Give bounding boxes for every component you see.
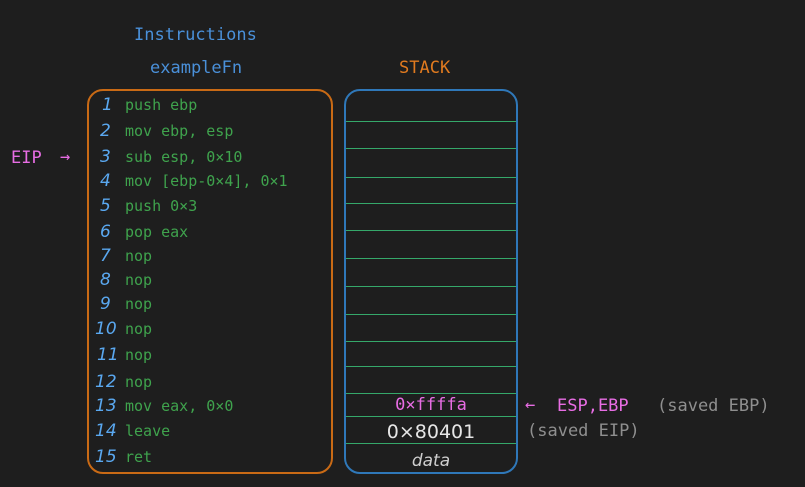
stack-slot-saved-ebp: 0×ffffa (395, 395, 467, 415)
stack-slot-divider (346, 393, 516, 394)
line-number: 2 (100, 121, 111, 141)
line-number: 12 (95, 372, 117, 392)
esp-ebp-arrow: ← (525, 395, 536, 415)
stack-slot-divider (346, 416, 516, 417)
line-number: 3 (100, 147, 111, 167)
stack-slot-divider (346, 203, 516, 204)
stack-slot-divider (346, 177, 516, 178)
line-number: 7 (100, 246, 111, 266)
stack-slot-divider (346, 341, 516, 342)
stack-slot-divider (346, 121, 516, 122)
stack-slot-divider (346, 258, 516, 259)
instruction: nop (125, 320, 153, 338)
instructions-panel (87, 89, 333, 474)
instruction: nop (125, 271, 153, 289)
stack-slot-saved-eip: 0×80401 (386, 421, 476, 443)
line-number: 9 (100, 294, 111, 314)
line-number: 6 (100, 222, 111, 242)
function-name: exampleFn (150, 58, 243, 78)
line-number: 8 (100, 270, 111, 290)
stack-title: STACK (399, 58, 451, 78)
instruction: mov [ebp-0×4], 0×1 (125, 172, 288, 190)
stack-slot-divider (346, 286, 516, 287)
instruction: mov eax, 0×0 (125, 397, 234, 415)
saved-ebp-note: (saved EBP) (657, 396, 770, 416)
instruction: leave (125, 422, 171, 440)
stack-slot-divider (346, 366, 516, 367)
instruction: sub esp, 0×10 (125, 148, 243, 166)
esp-ebp-label: ESP,EBP (557, 396, 629, 416)
instruction: nop (125, 295, 153, 313)
line-number: 4 (100, 171, 111, 191)
eip-label: EIP (11, 148, 42, 168)
instruction: push 0×3 (125, 197, 198, 215)
stack-panel: 0×ffffa 0×80401 data (344, 89, 518, 474)
stack-slot-divider (346, 443, 516, 444)
line-number: 14 (95, 421, 117, 441)
line-number: 5 (100, 196, 111, 216)
instruction: mov ebp, esp (125, 122, 234, 140)
line-number: 11 (97, 345, 119, 365)
instruction: ret (125, 448, 153, 466)
saved-eip-note: (saved EIP) (527, 421, 640, 441)
line-number: 1 (102, 95, 113, 115)
line-number: 10 (95, 319, 117, 339)
stack-slot-data: data (411, 451, 451, 471)
stack-slot-divider (346, 148, 516, 149)
instruction: nop (125, 373, 153, 391)
instruction: nop (125, 247, 153, 265)
line-number: 13 (95, 396, 117, 416)
instructions-title: Instructions (134, 25, 257, 45)
instruction: nop (125, 346, 153, 364)
instruction: push ebp (125, 96, 198, 114)
eip-arrow: → (60, 147, 71, 167)
stack-slot-divider (346, 314, 516, 315)
instruction: pop eax (125, 223, 189, 241)
stack-slot-divider (346, 230, 516, 231)
line-number: 15 (95, 447, 117, 467)
